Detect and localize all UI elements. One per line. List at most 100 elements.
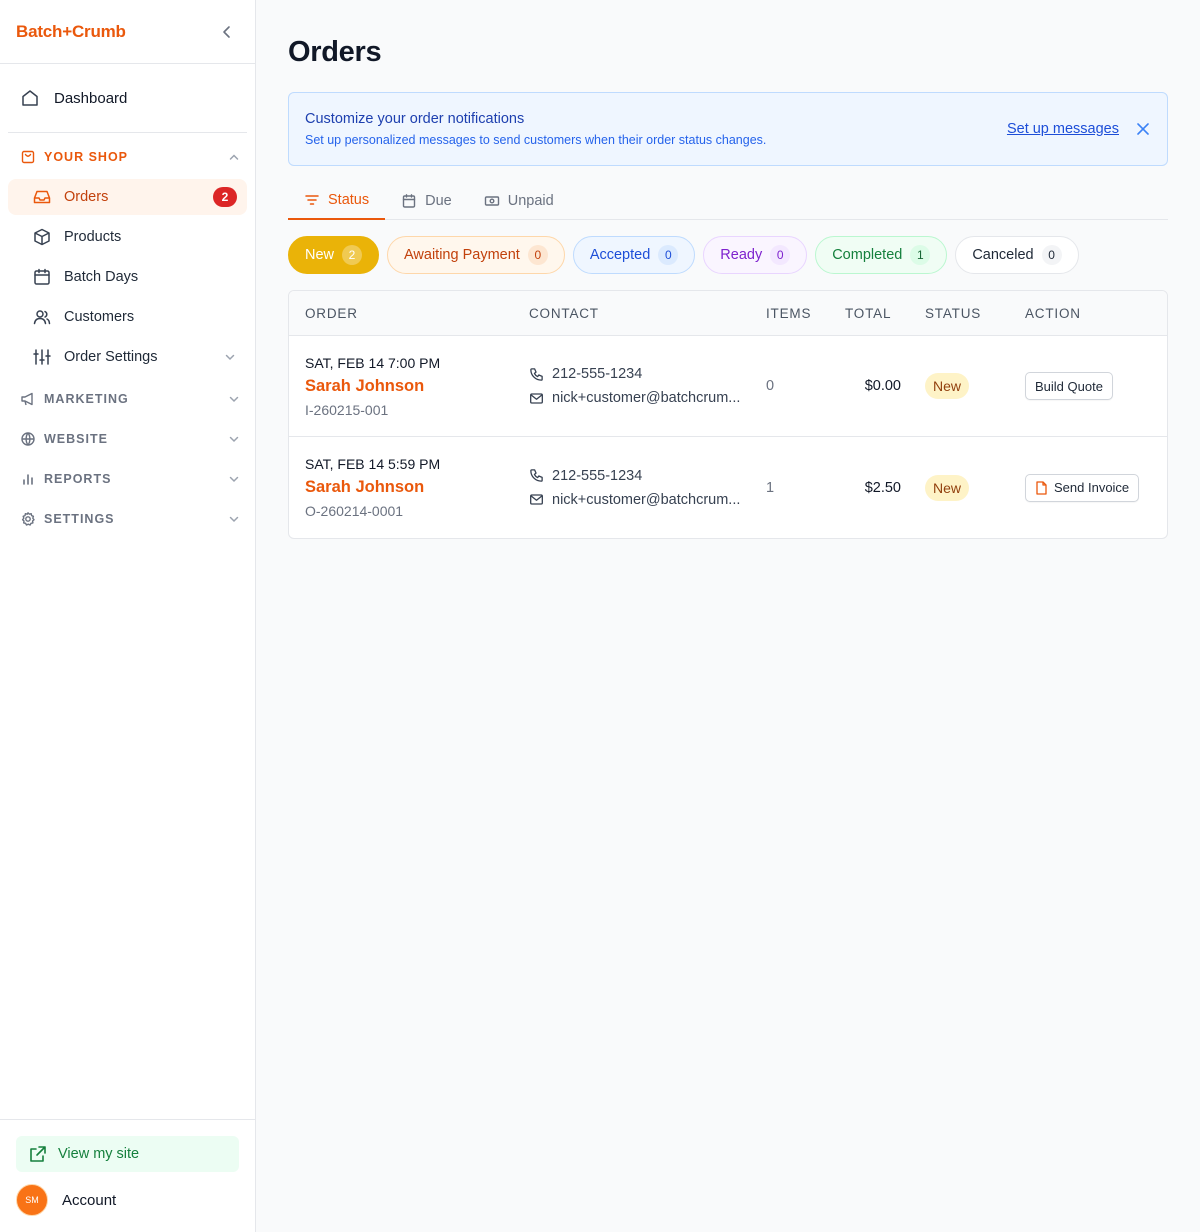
page-title: Orders	[288, 36, 382, 68]
gear-icon	[21, 512, 35, 526]
filter-ready[interactable]: Ready 0	[703, 236, 808, 274]
order-id: I-260215-001	[305, 401, 389, 418]
banner-text: Customize your order notifications Set u…	[305, 111, 1007, 147]
view-my-site-label: View my site	[58, 1146, 140, 1162]
filter-completed-label: Completed	[832, 247, 903, 263]
calendar-icon	[402, 194, 416, 208]
send-invoice-button[interactable]: Send Invoice	[1025, 473, 1140, 502]
tab-unpaid-label: Unpaid	[507, 193, 554, 209]
chevron-down-icon	[229, 396, 239, 403]
filter-awaiting-payment[interactable]: Awaiting Payment 0	[387, 236, 565, 274]
status-cell: New	[925, 474, 1025, 501]
build-quote-label: Build Quote	[1035, 378, 1103, 394]
section-settings-label: SETTINGS	[44, 512, 115, 526]
view-my-site-button[interactable]: View my site	[16, 1136, 239, 1172]
action-cell: Send Invoice	[1025, 473, 1167, 502]
main-content: Orders Customize your order notification…	[256, 0, 1200, 1232]
account-menu[interactable]: SM Account	[16, 1184, 239, 1216]
sliders-icon	[33, 349, 51, 365]
phone-icon	[530, 367, 543, 381]
filter-new[interactable]: New 2	[288, 236, 380, 274]
filter-completed[interactable]: Completed 1	[815, 236, 948, 274]
customer-name-link[interactable]: Sarah Johnson	[305, 377, 529, 396]
users-icon	[33, 310, 51, 325]
contact-email[interactable]: nick+customer@batchcrum...	[529, 390, 766, 406]
filter-awaiting-payment-label: Awaiting Payment	[404, 247, 520, 263]
filter-new-label: New	[305, 247, 335, 263]
external-link-icon	[30, 1146, 46, 1162]
phone-icon	[530, 469, 543, 482]
action-cell: Build Quote	[1025, 372, 1167, 400]
order-date: SAT, FEB 14 5:59 PM	[305, 456, 441, 472]
header-items: ITEMS	[766, 305, 812, 321]
mail-icon	[530, 392, 543, 404]
section-reports[interactable]: REPORTS	[8, 459, 247, 499]
tab-due-label: Due	[425, 193, 452, 209]
chevron-down-icon	[229, 436, 239, 443]
tab-due[interactable]: Due	[385, 182, 468, 220]
section-website[interactable]: WEBSITE	[8, 419, 247, 459]
document-icon	[1036, 480, 1047, 495]
contact-phone-text: 212-555-1234	[552, 467, 643, 484]
sidebar-item-products-label: Products	[64, 229, 122, 245]
brand-logo[interactable]: Batch+Crumb	[16, 22, 126, 42]
contact-email[interactable]: nick+customer@batchcrum...	[529, 492, 766, 508]
filter-accepted[interactable]: Accepted 0	[572, 236, 696, 274]
sidebar-item-orders[interactable]: Orders 2	[8, 179, 247, 215]
shopping-bag-icon	[21, 150, 35, 164]
megaphone-icon	[21, 392, 33, 406]
bar-chart-icon	[23, 474, 33, 485]
avatar: SM	[16, 1184, 48, 1216]
nav-dashboard-label: Dashboard	[54, 89, 128, 107]
build-quote-button[interactable]: Build Quote	[1025, 372, 1113, 400]
status-filter-pills: New 2 Awaiting Payment 0 Accepted 0 Read…	[288, 236, 1168, 274]
orders-count-badge: 2	[213, 187, 237, 207]
total-cell: $2.50	[845, 479, 925, 497]
notification-banner: Customize your order notifications Set u…	[288, 92, 1168, 166]
tab-status[interactable]: Status	[288, 182, 386, 220]
table-row[interactable]: SAT, FEB 14 7:00 PM Sarah Johnson I-2602…	[289, 336, 1167, 437]
contact-phone[interactable]: 212-555-1234	[529, 468, 766, 484]
sidebar-item-order-settings[interactable]: Order Settings	[8, 339, 247, 375]
filter-canceled[interactable]: Canceled 0	[955, 236, 1079, 274]
header-contact: CONTACT	[529, 305, 599, 321]
close-banner-button[interactable]	[1135, 121, 1151, 137]
sidebar-footer: View my site SM Account	[0, 1119, 255, 1232]
filter-accepted-count: 0	[658, 245, 679, 265]
table-row[interactable]: SAT, FEB 14 5:59 PM Sarah Johnson O-2602…	[289, 437, 1167, 538]
header-total: TOTAL	[845, 305, 892, 321]
customer-name-link[interactable]: Sarah Johnson	[305, 478, 529, 497]
section-marketing[interactable]: MARKETING	[8, 379, 247, 419]
tab-unpaid[interactable]: Unpaid	[468, 182, 570, 220]
set-up-messages-link[interactable]: Set up messages	[1007, 121, 1119, 137]
filter-completed-count: 1	[910, 245, 931, 265]
sidebar-item-customers[interactable]: Customers	[8, 299, 247, 335]
contact-phone[interactable]: 212-555-1234	[529, 366, 766, 382]
order-total: $0.00	[864, 378, 901, 394]
header-status: STATUS	[925, 305, 982, 321]
filter-accepted-label: Accepted	[589, 247, 651, 263]
nav-dashboard[interactable]: Dashboard	[8, 72, 247, 124]
sidebar-item-batch-days[interactable]: Batch Days	[8, 259, 247, 295]
collapse-sidebar-button[interactable]	[215, 20, 239, 44]
calendar-icon	[34, 268, 50, 285]
section-website-label: WEBSITE	[44, 432, 108, 446]
sidebar-item-products[interactable]: Products	[8, 219, 247, 255]
section-settings[interactable]: SETTINGS	[8, 499, 247, 539]
total-cell: $0.00	[845, 377, 925, 395]
order-cell: SAT, FEB 14 7:00 PM Sarah Johnson I-2602…	[289, 355, 529, 418]
filter-canceled-label: Canceled	[972, 247, 1034, 263]
tab-status-label: Status	[328, 192, 370, 208]
section-your-shop[interactable]: YOUR SHOP	[8, 137, 247, 177]
chevron-left-icon	[223, 25, 230, 38]
sidebar-item-customers-label: Customers	[64, 309, 135, 325]
status-cell: New	[925, 373, 1025, 399]
table-header: ORDER CONTACT ITEMS TOTAL STATUS ACTION	[289, 291, 1167, 336]
chevron-down-icon	[229, 516, 239, 523]
sidebar-item-batch-days-label: Batch Days	[64, 269, 139, 285]
nav-divider	[8, 132, 247, 133]
contact-cell: 212-555-1234 nick+customer@batchcrum...	[529, 366, 766, 406]
items-cell: 1	[766, 479, 845, 497]
banner-title: Customize your order notifications	[305, 111, 525, 127]
filter-lines-icon	[305, 195, 319, 205]
